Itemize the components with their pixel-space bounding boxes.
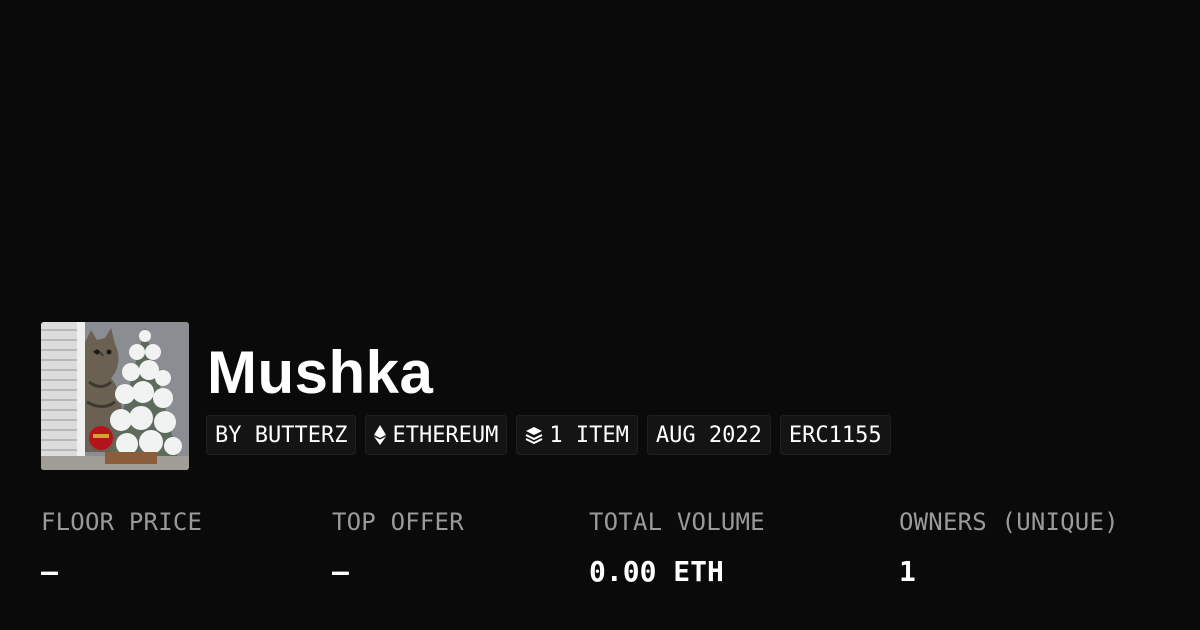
chain-badge[interactable]: ETHEREUM xyxy=(365,415,508,455)
stat-label: FLOOR PRICE xyxy=(41,508,203,536)
standard-badge: ERC1155 xyxy=(779,415,891,455)
collection-card: Mushka BY BUTTERZ ETHEREUM 1 ITEM AUG 20… xyxy=(0,0,1200,630)
items-badge[interactable]: 1 ITEM xyxy=(516,415,638,455)
stat-value: – xyxy=(332,555,349,588)
collection-title: Mushka xyxy=(207,339,434,406)
date-badge: AUG 2022 xyxy=(646,415,771,455)
stat-label: TOTAL VOLUME xyxy=(589,508,765,536)
ethereum-icon xyxy=(374,425,387,445)
creator-label: BY BUTTERZ xyxy=(215,422,348,448)
stat-top-offer: TOP OFFER – xyxy=(332,505,464,589)
stat-total-volume: TOTAL VOLUME 0.00 ETH xyxy=(589,505,765,589)
stat-value: 0.00 ETH xyxy=(589,555,724,588)
creator-badge[interactable]: BY BUTTERZ xyxy=(206,415,357,455)
stat-label: OWNERS (UNIQUE) xyxy=(899,508,1119,536)
stat-value: – xyxy=(41,555,58,588)
stat-floor-price: FLOOR PRICE – xyxy=(41,505,202,589)
collection-badges: BY BUTTERZ ETHEREUM 1 ITEM AUG 2022 ERC1… xyxy=(206,415,891,455)
cat-photo-image xyxy=(41,322,189,470)
layers-icon xyxy=(525,426,543,444)
stat-owners: OWNERS (UNIQUE) 1 xyxy=(899,505,1119,589)
stat-value: 1 xyxy=(899,555,916,588)
stat-label: TOP OFFER xyxy=(332,508,464,536)
date-label: AUG 2022 xyxy=(655,422,762,448)
collection-avatar[interactable] xyxy=(41,322,189,470)
standard-label: ERC1155 xyxy=(788,422,882,448)
items-label: 1 ITEM xyxy=(549,422,629,448)
chain-label: ETHEREUM xyxy=(392,422,499,448)
